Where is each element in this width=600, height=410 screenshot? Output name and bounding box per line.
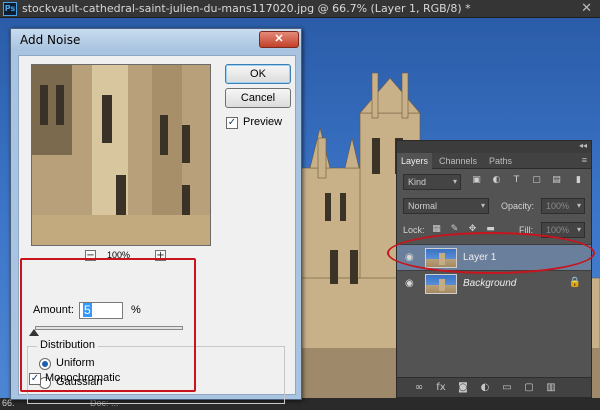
preview-checkbox[interactable]: ✓ — [226, 117, 238, 129]
photoshop-window: Ps stockvault-cathedral-saint-julien-du-… — [0, 0, 600, 410]
tab-paths[interactable]: Paths — [485, 153, 516, 169]
smart-object-filter-icon[interactable]: ▤ — [551, 175, 562, 186]
blend-row: Normal ▾ Opacity: 100% ▾ — [397, 195, 591, 219]
layer-thumbnail — [425, 274, 457, 294]
opacity-input[interactable]: 100% ▾ — [541, 198, 585, 214]
shape-filter-icon[interactable]: ▢ — [531, 175, 542, 186]
fill-value: 100% — [546, 225, 570, 235]
document-title: stockvault-cathedral-saint-julien-du-man… — [22, 2, 471, 15]
type-filter-icon[interactable]: T — [511, 175, 522, 186]
new-layer-icon[interactable]: ▢ — [523, 382, 535, 394]
layer-highlight-oval — [387, 232, 595, 274]
opacity-label: Opacity: — [501, 201, 535, 211]
dialog-close-button[interactable]: ✕ — [259, 31, 299, 48]
filter-kind-label: Kind — [408, 177, 427, 187]
settings-highlight-box — [20, 258, 196, 392]
new-group-icon[interactable]: ▭ — [501, 382, 513, 394]
layer-style-fx-icon[interactable]: fx — [435, 382, 447, 394]
dialog-titlebar[interactable]: Add Noise ✕ — [11, 29, 301, 51]
layer-name: Background — [463, 278, 517, 289]
add-mask-icon[interactable]: ◙ — [457, 382, 469, 394]
opacity-value: 100% — [546, 201, 570, 211]
preview-cathedral-image — [32, 65, 210, 245]
adjustment-filter-icon[interactable]: ◐ — [491, 175, 502, 186]
link-layers-icon[interactable]: ∞ — [413, 382, 425, 394]
lock-transparency-icon[interactable]: ▦ — [431, 224, 442, 235]
tab-channels[interactable]: Channels — [435, 153, 481, 169]
panel-tabs: Layers Channels Paths ≡ — [397, 153, 591, 169]
cancel-button[interactable]: Cancel — [225, 88, 291, 108]
tab-layers[interactable]: Layers — [397, 153, 433, 169]
panel-header-strip: ◂◂ — [397, 141, 591, 153]
chevron-down-icon: ▾ — [480, 201, 485, 210]
filter-toggle-icon[interactable]: ▮ — [573, 175, 584, 186]
visibility-eye-icon[interactable]: ◉ — [405, 278, 414, 289]
chevron-down-icon: ▾ — [576, 201, 581, 210]
lock-label: Lock: — [403, 225, 425, 235]
adjustment-layer-icon[interactable]: ◐ — [479, 382, 491, 394]
collapse-panel-icon[interactable]: ◂◂ — [579, 141, 587, 150]
chevron-down-icon: ▾ — [576, 225, 581, 234]
panel-menu-icon[interactable]: ≡ — [582, 155, 587, 165]
document-close-button[interactable]: ✕ — [581, 1, 592, 16]
filter-kind-dropdown[interactable]: Kind ▾ — [403, 174, 461, 190]
preview-label: Preview — [243, 116, 283, 128]
layers-footer: ∞ fx ◙ ◐ ▭ ▢ ▥ — [397, 377, 591, 397]
blend-mode-value: Normal — [408, 201, 438, 211]
blend-mode-dropdown[interactable]: Normal ▾ — [403, 198, 489, 214]
filter-preview-image[interactable] — [31, 64, 211, 246]
document-titlebar: Ps stockvault-cathedral-saint-julien-du-… — [0, 0, 600, 18]
lock-icon: 🔒 — [568, 277, 581, 288]
delete-layer-icon[interactable]: ▥ — [545, 382, 557, 394]
ok-button[interactable]: OK — [225, 64, 291, 84]
dialog-title: Add Noise — [20, 33, 81, 47]
pixel-filter-icon[interactable]: ▣ — [471, 175, 482, 186]
photoshop-logo-icon: Ps — [3, 2, 17, 16]
layer-filter-row: Kind ▾ ▣ ◐ T ▢ ▤ ▮ — [397, 171, 591, 195]
chevron-down-icon: ▾ — [452, 177, 457, 186]
